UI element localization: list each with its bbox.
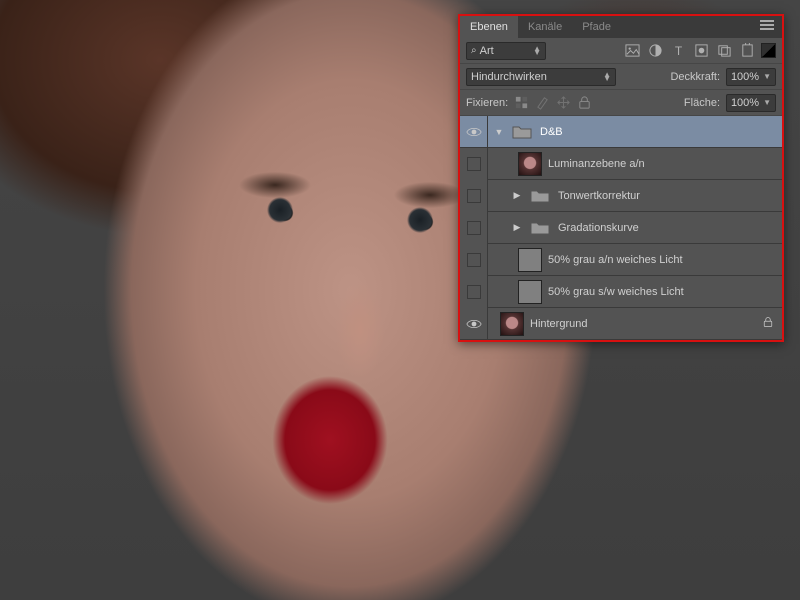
transform-icon[interactable] [717, 43, 732, 58]
opacity-input[interactable]: 100% ▼ [726, 68, 776, 86]
filter-icon-strip: T [625, 43, 755, 58]
lock-icon [762, 316, 774, 331]
tab-channels[interactable]: Kanäle [518, 16, 572, 38]
folder-icon [528, 216, 552, 240]
visibility-toggle[interactable] [460, 116, 488, 148]
layer-list: ▼ D&B Luminanzebene a/n ▶ Tonwertkorrektur ▶ G… [460, 116, 782, 340]
visibility-toggle[interactable] [460, 180, 488, 212]
layer-name[interactable]: 50% grau a/n weiches Licht [548, 254, 683, 266]
layer-name[interactable]: Tonwertkorrektur [558, 190, 640, 202]
type-icon[interactable]: T [671, 43, 686, 58]
blend-mode-value: Hindurchwirken [471, 71, 547, 83]
layers-panel: Ebenen Kanäle Pfade ⌕ Art ▲▼ T Hindurchw… [458, 14, 784, 342]
tab-layers[interactable]: Ebenen [460, 16, 518, 38]
blend-opacity-row: Hindurchwirken ▲▼ Deckkraft: 100% ▼ [460, 64, 782, 90]
image-icon[interactable] [625, 43, 640, 58]
opacity-label: Deckkraft: [670, 71, 720, 83]
search-icon: ⌕ [471, 45, 477, 56]
color-swatch-icon[interactable] [761, 43, 776, 58]
fill-label: Fläche: [684, 97, 720, 109]
layer-row[interactable]: ▼ D&B [460, 116, 782, 148]
layer-row[interactable]: 50% grau s/w weiches Licht [460, 276, 782, 308]
layer-thumbnail[interactable] [518, 152, 542, 176]
layer-name[interactable]: D&B [540, 126, 563, 138]
layer-row[interactable]: ▶ Tonwertkorrektur [460, 180, 782, 212]
fill-value: 100% [731, 97, 759, 109]
chevron-updown-icon: ▲▼ [603, 73, 611, 81]
fill-input[interactable]: 100% ▼ [726, 94, 776, 112]
adjust-icon[interactable] [648, 43, 663, 58]
visibility-toggle[interactable] [460, 276, 488, 308]
visibility-toggle[interactable] [460, 308, 488, 340]
visibility-toggle[interactable] [460, 148, 488, 180]
disclosure-triangle-icon[interactable]: ▶ [512, 222, 522, 233]
layer-row[interactable]: 50% grau a/n weiches Licht [460, 244, 782, 276]
lock-fill-row: Fixieren: Fläche: 100% ▼ [460, 90, 782, 116]
chevron-down-icon: ▼ [763, 72, 771, 81]
chevron-updown-icon: ▲▼ [533, 47, 541, 55]
folder-icon [510, 120, 534, 144]
disclosure-triangle-icon[interactable]: ▶ [512, 190, 522, 201]
chevron-down-icon: ▼ [763, 98, 771, 107]
layer-name[interactable]: Luminanzebene a/n [548, 158, 645, 170]
layer-thumbnail[interactable] [518, 280, 542, 304]
layer-row[interactable]: Luminanzebene a/n [460, 148, 782, 180]
blend-mode-dropdown[interactable]: Hindurchwirken ▲▼ [466, 68, 616, 86]
visibility-toggle[interactable] [460, 244, 488, 276]
layer-thumbnail[interactable] [518, 248, 542, 272]
folder-icon [528, 184, 552, 208]
mask-icon[interactable] [694, 43, 709, 58]
lock-label: Fixieren: [466, 97, 508, 109]
layer-row[interactable]: Hintergrund [460, 308, 782, 340]
artboard-icon[interactable] [740, 43, 755, 58]
lock-all-icon[interactable] [577, 95, 592, 110]
layer-name[interactable]: Hintergrund [530, 318, 587, 330]
filter-row: ⌕ Art ▲▼ T [460, 38, 782, 64]
lock-position-icon[interactable] [556, 95, 571, 110]
opacity-value: 100% [731, 71, 759, 83]
panel-menu-icon[interactable] [760, 20, 778, 32]
layer-filter-dropdown[interactable]: ⌕ Art ▲▼ [466, 42, 546, 60]
lock-pixels-icon[interactable] [535, 95, 550, 110]
layer-thumbnail[interactable] [500, 312, 524, 336]
filter-label: Art [480, 45, 494, 57]
layer-name[interactable]: 50% grau s/w weiches Licht [548, 286, 684, 298]
layer-name[interactable]: Gradationskurve [558, 222, 639, 234]
disclosure-triangle-icon[interactable]: ▼ [494, 127, 504, 137]
tab-paths[interactable]: Pfade [572, 16, 621, 38]
panel-tabs: Ebenen Kanäle Pfade [460, 16, 782, 38]
lock-transparency-icon[interactable] [514, 95, 529, 110]
visibility-toggle[interactable] [460, 212, 488, 244]
layer-row[interactable]: ▶ Gradationskurve [460, 212, 782, 244]
